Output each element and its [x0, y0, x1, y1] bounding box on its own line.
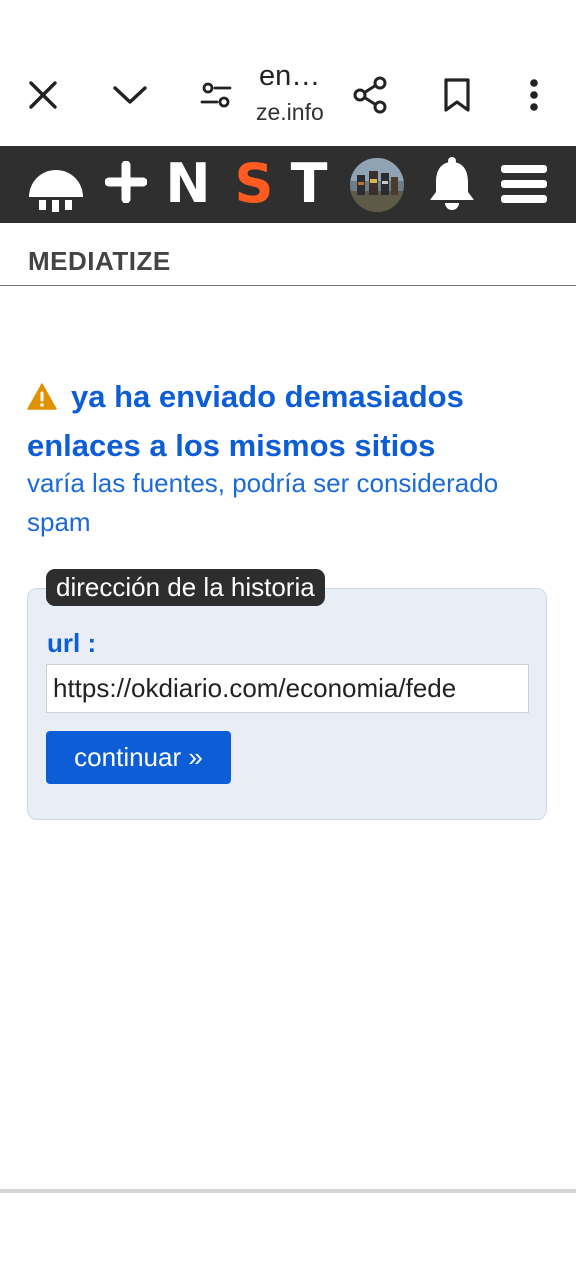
tab-title[interactable]: en… ze.info: [256, 60, 339, 125]
nav-letter-t[interactable]: T: [286, 154, 332, 214]
avatar[interactable]: [349, 157, 405, 213]
header-divider: [0, 285, 576, 286]
warning-icon: [27, 377, 57, 423]
tune-icon[interactable]: [198, 78, 234, 112]
page-domain: ze.info: [256, 99, 324, 125]
warning-title-text: ya ha enviado demasiados enlaces a los m…: [27, 379, 464, 463]
site-name[interactable]: MEDIATIZE: [28, 246, 171, 277]
page-title: en…: [259, 60, 321, 92]
plus-icon[interactable]: [104, 160, 148, 204]
url-label: url :: [47, 628, 97, 658]
continue-button[interactable]: continuar »: [46, 731, 231, 784]
bookmark-icon[interactable]: [440, 76, 474, 114]
nav-letter-n[interactable]: N: [160, 154, 216, 214]
nav-letter-s[interactable]: S: [232, 154, 276, 214]
close-icon[interactable]: [24, 76, 62, 114]
logo-icon[interactable]: [27, 157, 85, 213]
more-vert-icon[interactable]: [522, 76, 546, 114]
menu-icon[interactable]: [498, 162, 550, 206]
bell-icon[interactable]: [424, 154, 480, 214]
warning-subtitle: varía las fuentes, podría ser considerad…: [27, 468, 499, 537]
site-navbar: N S T: [0, 146, 576, 223]
url-input[interactable]: https://okdiario.com/economia/fede: [46, 664, 529, 713]
form-legend: dirección de la historia: [46, 569, 325, 606]
warning-title: ya ha enviado demasiados enlaces a los m…: [27, 374, 557, 469]
bottom-divider: [0, 1189, 576, 1193]
chevron-down-icon[interactable]: [110, 76, 150, 114]
browser-toolbar: en… ze.info: [0, 0, 576, 146]
share-icon[interactable]: [350, 74, 390, 116]
